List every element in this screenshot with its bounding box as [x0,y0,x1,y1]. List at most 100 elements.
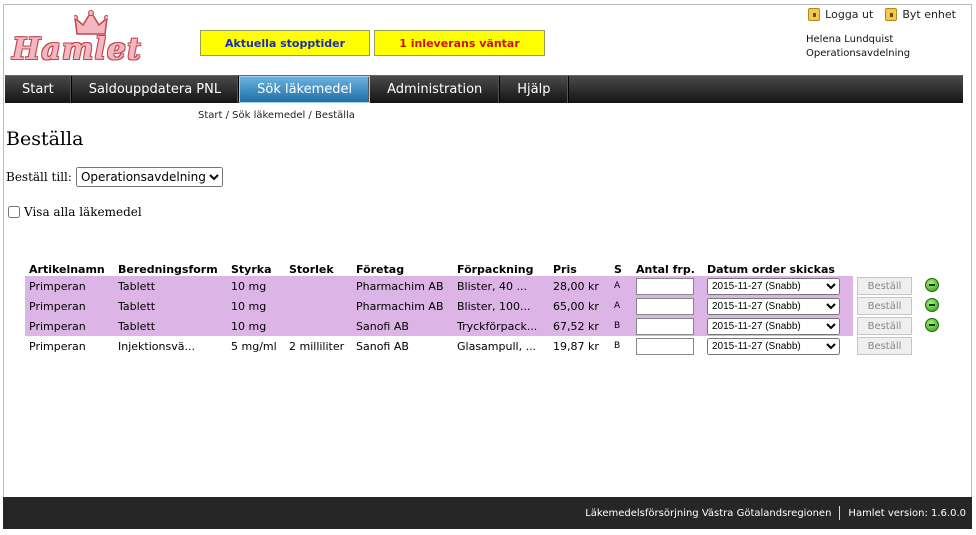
col-strength: Styrka [231,263,272,276]
cell-company: Pharmachim AB [352,276,453,296]
cell-qty [632,276,703,296]
col-qty: Antal frp. [636,263,695,276]
date-select[interactable]: 2015-11-27 (Snabb) [707,337,840,355]
pending-delivery-button[interactable]: 1 inleverans väntar [374,30,545,56]
cell-strength: 10 mg [227,296,285,316]
cell-form: Injektionsvä... [118,339,195,353]
cell-article: Primperan [25,316,114,336]
stop-times-button[interactable]: Aktuella stopptider [200,30,370,56]
cell-form: Tablett [114,296,227,316]
logo-text: Hamlet [12,32,142,67]
switch-unit-link[interactable]: Byt enhet [885,8,956,21]
show-all-checkbox[interactable] [8,206,20,218]
cell-strength: 10 mg [227,276,285,296]
nav-administration[interactable]: Administration [370,76,501,103]
green-status-icon[interactable] [925,297,939,312]
cell-size [285,276,352,296]
green-status-icon[interactable] [925,277,939,292]
logout-link[interactable]: Logga ut [808,8,873,21]
col-date: Datum order skickas [707,263,835,276]
main-nav: Start Saldouppdatera PNL Sök läkemedel A… [5,75,963,103]
cell-price: 19,87 kr [553,339,599,353]
nav-saldouppdatera[interactable]: Saldouppdatera PNL [72,76,240,103]
order-button[interactable]: Beställ [857,277,912,295]
cell-strength: 10 mg [227,316,285,336]
cell-date: 2015-11-27 (Snabb) [703,296,853,316]
cell-date: 2015-11-27 (Snabb) [703,316,853,336]
breadcrumb: Start / Sök läkemedel / Beställa [198,110,355,121]
cell-size [285,296,352,316]
lock-icon [885,8,898,21]
cell-order: Beställ [853,336,921,356]
logout-label: Logga ut [825,8,874,21]
quantity-input[interactable] [636,337,694,355]
order-to-label: Beställ till: [6,170,72,184]
date-select[interactable]: 2015-11-27 (Snabb) [707,297,840,315]
cell-status [921,336,943,356]
col-company: Företag [356,263,405,276]
date-select[interactable]: 2015-11-27 (Snabb) [707,317,840,335]
cell-article: Primperan [25,296,114,316]
page-title: Beställa [6,128,84,150]
nav-hjalp[interactable]: Hjälp [500,76,569,103]
cell-qty [632,336,703,356]
table-header-row: Artikelnamn Beredningsform Styrka Storle… [25,246,943,276]
footer-org: Läkemedelsförsörjning Västra Götalandsre… [585,507,832,519]
cell-article: Primperan [25,276,114,296]
cell-size [285,316,352,336]
nav-sok-lakemedel[interactable]: Sök läkemedel [239,76,371,103]
cell-s: B [610,316,632,336]
cell-s: A [610,296,632,316]
cell-strength: 5 mg/ml [231,339,277,353]
cell-form: Tablett [114,276,227,296]
order-to-select[interactable]: Operationsavdelning [75,167,223,187]
cell-date: 2015-11-27 (Snabb) [703,336,853,356]
cell-package: Blister, 40 ... [453,276,549,296]
footer: Läkemedelsförsörjning Västra Götalandsre… [3,497,972,529]
show-all-row: Visa alla läkemedel [8,205,142,219]
cell-order: Beställ [853,296,921,316]
cell-status [921,276,943,296]
cell-date: 2015-11-27 (Snabb) [703,276,853,296]
order-to-row: Beställ till: Operationsavdelning [6,167,223,187]
order-button[interactable]: Beställ [857,337,912,355]
col-article: Artikelnamn [29,263,105,276]
quantity-input[interactable] [636,297,694,315]
table-row[interactable]: Primperan Tablett 10 mg Pharmachim AB Bl… [25,296,943,316]
user-unit: Operationsavdelning [806,48,911,59]
order-button[interactable]: Beställ [857,297,912,315]
table-row[interactable]: Primperan Injektionsvä... 5 mg/ml 2 mill… [25,336,943,356]
order-button[interactable]: Beställ [857,317,912,335]
cell-s: A [610,276,632,296]
user-info: Helena Lundquist Operationsavdelning [806,33,910,61]
top-links: Logga ut Byt enhet [808,8,956,21]
cell-article: Primperan [29,339,86,353]
cell-size: 2 milliliter [289,339,345,353]
cell-form: Tablett [114,316,227,336]
cell-s: B [614,341,621,351]
drug-table: Artikelnamn Beredningsform Styrka Storle… [25,246,943,356]
show-all-label: Visa alla läkemedel [24,205,142,219]
cell-order: Beställ [853,316,921,336]
date-select[interactable]: 2015-11-27 (Snabb) [707,277,840,295]
cell-company: Sanofi AB [356,339,409,353]
table-row[interactable]: Primperan Tablett 10 mg Pharmachim AB Bl… [25,276,943,296]
quantity-input[interactable] [636,317,694,335]
cell-qty [632,296,703,316]
col-status [921,246,943,276]
quantity-input[interactable] [636,277,694,295]
green-status-icon[interactable] [925,317,939,332]
cell-price: 65,00 kr [549,296,610,316]
switch-unit-label: Byt enhet [902,8,956,21]
hamlet-logo[interactable]: Hamlet [10,10,160,70]
col-size: Storlek [289,263,334,276]
col-package: Förpackning [457,263,534,276]
cell-package: Blister, 100... [453,296,549,316]
footer-divider [839,506,841,520]
cell-company: Pharmachim AB [352,296,453,316]
cell-price: 67,52 kr [549,316,610,336]
table-row[interactable]: Primperan Tablett 10 mg Sanofi AB Tryckf… [25,316,943,336]
nav-start[interactable]: Start [5,76,72,103]
col-price: Pris [553,263,577,276]
cell-status [921,316,943,336]
